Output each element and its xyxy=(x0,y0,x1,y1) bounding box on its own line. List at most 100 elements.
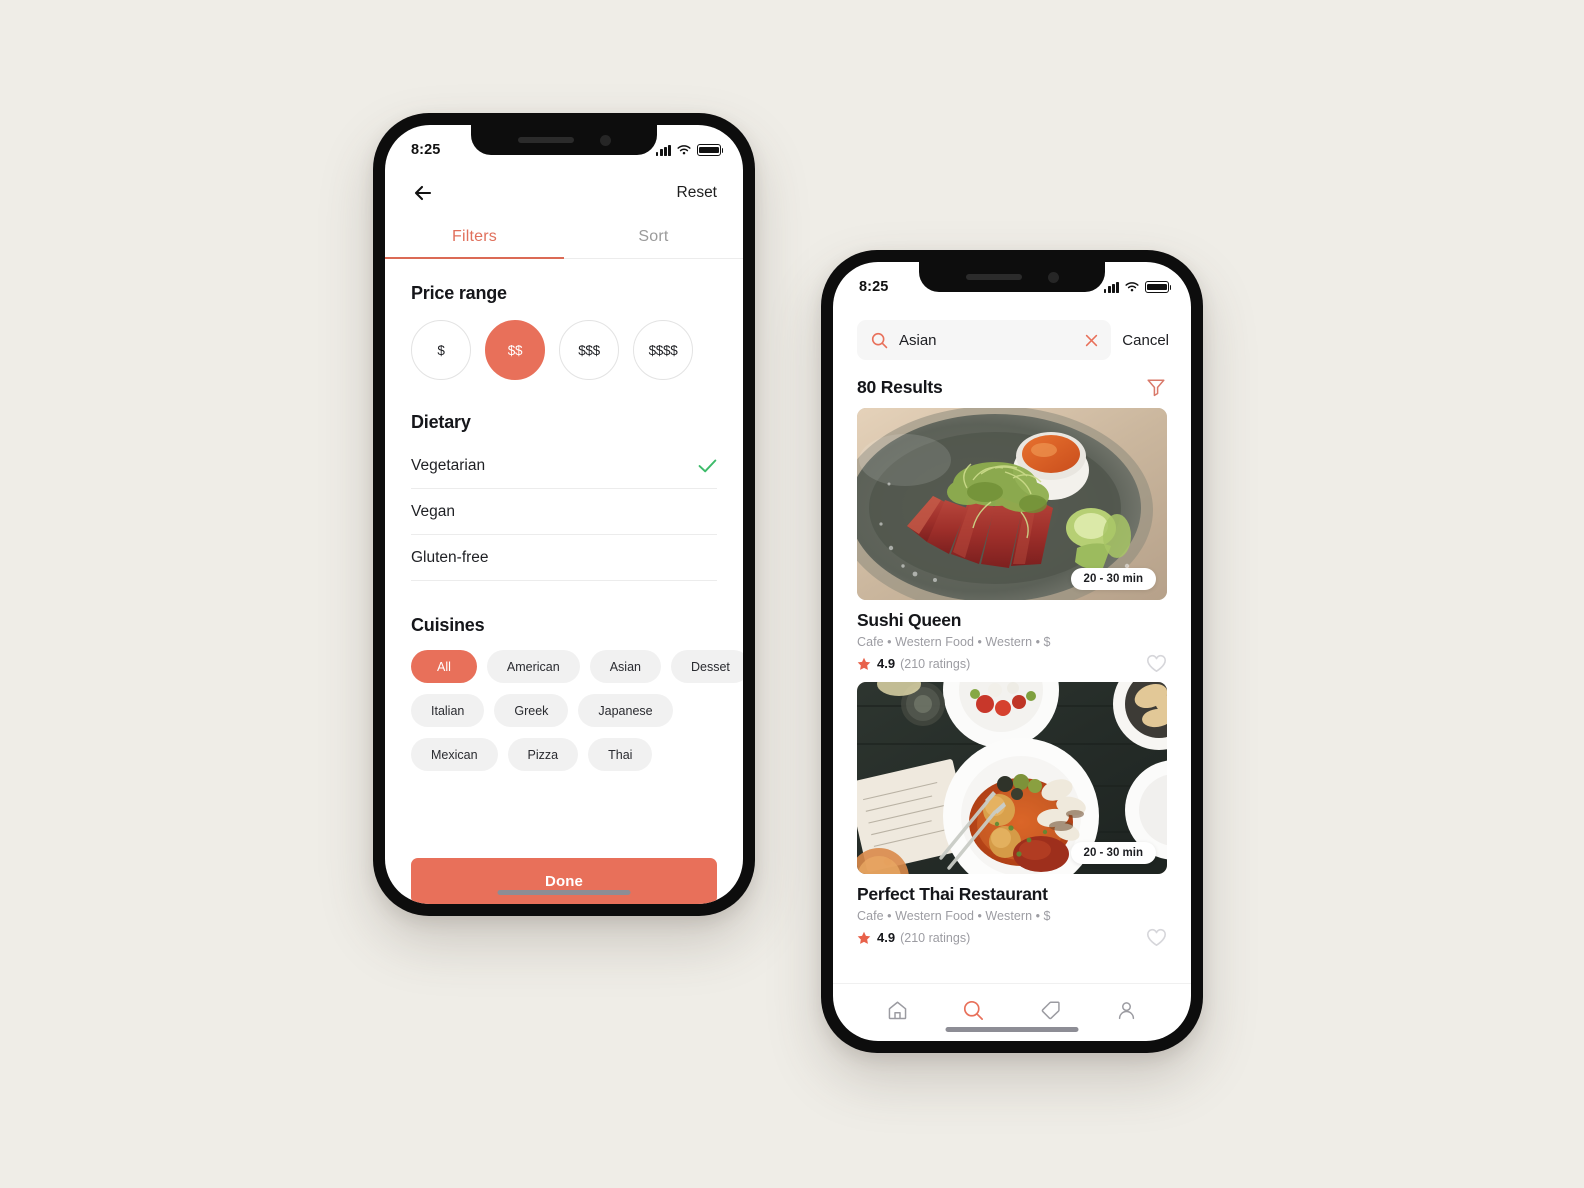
status-icons xyxy=(655,144,724,156)
cuisines-title: Cuisines xyxy=(411,615,485,635)
wifi-icon xyxy=(677,145,691,155)
arrow-left-icon[interactable] xyxy=(411,181,435,205)
results-header: 80 Results xyxy=(833,370,1191,408)
cuisine-chip-all[interactable]: All xyxy=(411,650,477,683)
search-bar-row: Asian Cancel xyxy=(833,304,1191,370)
reset-button[interactable]: Reset xyxy=(677,184,718,202)
price-option-1[interactable]: $ xyxy=(411,320,471,380)
restaurant-name: Perfect Thai Restaurant xyxy=(857,884,1048,904)
heart-outline-icon xyxy=(1147,928,1166,946)
phone-filters-device: 8:25 Reset Filters Sort Price range $ $$… xyxy=(373,113,755,916)
restaurant-name: Sushi Queen xyxy=(857,610,962,630)
cuisine-chip-row: Italian Greek Japanese xyxy=(411,694,717,727)
results-count-label: 80 Results xyxy=(857,376,943,397)
tab-filters[interactable]: Filters xyxy=(385,219,564,259)
status-icons xyxy=(1103,281,1172,293)
restaurant-rating-row: 4.9 (210 ratings) xyxy=(857,928,1167,947)
ratings-count: (210 ratings) xyxy=(900,930,971,945)
dietary-option-gluten-free[interactable]: Gluten-free xyxy=(411,535,717,581)
favorite-button[interactable] xyxy=(1146,654,1167,673)
filters-sort-tabs: Filters Sort xyxy=(385,219,743,259)
dietary-title: Dietary xyxy=(411,412,471,432)
rating-value: 4.9 xyxy=(877,656,896,671)
cuisine-chip-thai[interactable]: Thai xyxy=(588,738,653,771)
dietary-option-label: Gluten-free xyxy=(411,549,489,566)
done-button[interactable]: Done xyxy=(411,858,717,904)
person-profile-icon xyxy=(1119,1002,1135,1020)
search-icon xyxy=(964,1000,984,1020)
home-indicator xyxy=(945,1026,1079,1032)
price-option-2[interactable]: $$ xyxy=(485,320,545,380)
cuisine-chip-desset[interactable]: Desset xyxy=(670,650,743,683)
bottom-tab-bar xyxy=(833,983,1191,1041)
dietary-option-label: Vegan xyxy=(411,503,455,520)
cancel-search-button[interactable]: Cancel xyxy=(1122,332,1169,349)
funnel-filter-icon[interactable] xyxy=(1145,376,1167,398)
search-icon xyxy=(871,332,888,348)
cuisine-chips: All American Asian Desset Italian Greek … xyxy=(411,650,743,771)
tab-offers[interactable] xyxy=(1030,991,1070,1031)
restaurant-tags: Cafe • Western Food • Western • $ xyxy=(857,635,1051,649)
delivery-time-badge: 20 - 30 min xyxy=(1070,842,1156,864)
active-tab-indicator xyxy=(385,256,564,259)
star-icon xyxy=(857,657,871,670)
restaurant-results-list: 20 - 30 min Sushi Queen Cafe • Western F… xyxy=(833,408,1191,983)
restaurant-card[interactable]: 20 - 30 min Sushi Queen Cafe • Western F… xyxy=(857,408,1167,673)
battery-full-icon xyxy=(1145,281,1172,293)
dietary-option-vegan[interactable]: Vegan xyxy=(411,489,717,535)
cuisine-chip-row: Mexican Pizza Thai xyxy=(411,738,717,771)
restaurant-rating-row: 4.9 (210 ratings) xyxy=(857,654,1167,673)
battery-full-icon xyxy=(697,144,724,156)
search-input[interactable]: Asian xyxy=(857,320,1112,360)
restaurant-tags: Cafe • Western Food • Western • $ xyxy=(857,909,1051,923)
cuisine-chip-row: All American Asian Desset xyxy=(411,650,743,683)
front-camera-icon xyxy=(599,134,611,146)
tab-home[interactable] xyxy=(877,991,917,1031)
restaurant-photo-perfect-thai: 20 - 30 min xyxy=(857,682,1167,874)
filters-top-bar: Reset xyxy=(385,167,743,215)
wifi-icon xyxy=(1125,282,1139,292)
cuisine-chip-asian[interactable]: Asian xyxy=(589,650,661,683)
price-range-options: $ $$ $$$ $$$$ xyxy=(411,320,717,380)
home-icon xyxy=(888,1001,907,1020)
filters-screen: 8:25 Reset Filters Sort Price range $ $$… xyxy=(385,125,743,904)
close-x-icon xyxy=(1086,334,1098,346)
dietary-option-label: Vegetarian xyxy=(411,457,486,474)
search-input-value: Asian xyxy=(899,331,937,349)
device-notch xyxy=(919,262,1105,292)
restaurant-photo-sushi-queen: 20 - 30 min xyxy=(857,408,1167,600)
tab-sort[interactable]: Sort xyxy=(564,219,743,259)
ratings-count: (210 ratings) xyxy=(900,656,971,671)
earpiece-speaker xyxy=(517,137,574,143)
phone-search-device: 8:25 Asian Cancel 80 Results 20 - 30 min… xyxy=(821,250,1203,1053)
tab-search[interactable] xyxy=(954,991,994,1031)
cuisine-chip-american[interactable]: American xyxy=(486,650,580,683)
cuisine-chip-mexican[interactable]: Mexican xyxy=(411,738,498,771)
star-icon xyxy=(857,931,871,944)
cuisine-chip-pizza[interactable]: Pizza xyxy=(507,738,579,771)
device-notch xyxy=(471,125,657,155)
filters-content: Price range $ $$ $$$ $$$$ Dietary Vegeta… xyxy=(385,259,743,840)
dietary-options: Vegetarian Vegan Gluten-free xyxy=(411,443,717,581)
price-option-4[interactable]: $$$$ xyxy=(633,320,693,380)
cellular-signal-icon xyxy=(655,144,671,156)
tab-profile[interactable] xyxy=(1107,991,1147,1031)
delivery-time-badge: 20 - 30 min xyxy=(1070,568,1156,590)
front-camera-icon xyxy=(1047,271,1059,283)
status-time: 8:25 xyxy=(859,279,889,295)
cuisine-chip-greek[interactable]: Greek xyxy=(494,694,569,727)
favorite-button[interactable] xyxy=(1146,928,1167,947)
tag-offers-icon xyxy=(1041,1001,1060,1020)
home-indicator xyxy=(497,889,631,895)
heart-outline-icon xyxy=(1147,654,1166,672)
cuisine-chip-japanese[interactable]: Japanese xyxy=(578,694,673,727)
status-time: 8:25 xyxy=(411,142,441,158)
cuisine-chip-italian[interactable]: Italian xyxy=(411,694,485,727)
search-results-screen: 8:25 Asian Cancel 80 Results 20 - 30 min… xyxy=(833,262,1191,1041)
price-option-3[interactable]: $$$ xyxy=(559,320,619,380)
dietary-option-vegetarian[interactable]: Vegetarian xyxy=(411,443,717,489)
clear-search-button[interactable] xyxy=(1085,334,1098,347)
checkmark-icon xyxy=(698,459,717,473)
restaurant-card[interactable]: 20 - 30 min Perfect Thai Restaurant Cafe… xyxy=(857,682,1167,947)
price-range-title: Price range xyxy=(411,283,507,303)
